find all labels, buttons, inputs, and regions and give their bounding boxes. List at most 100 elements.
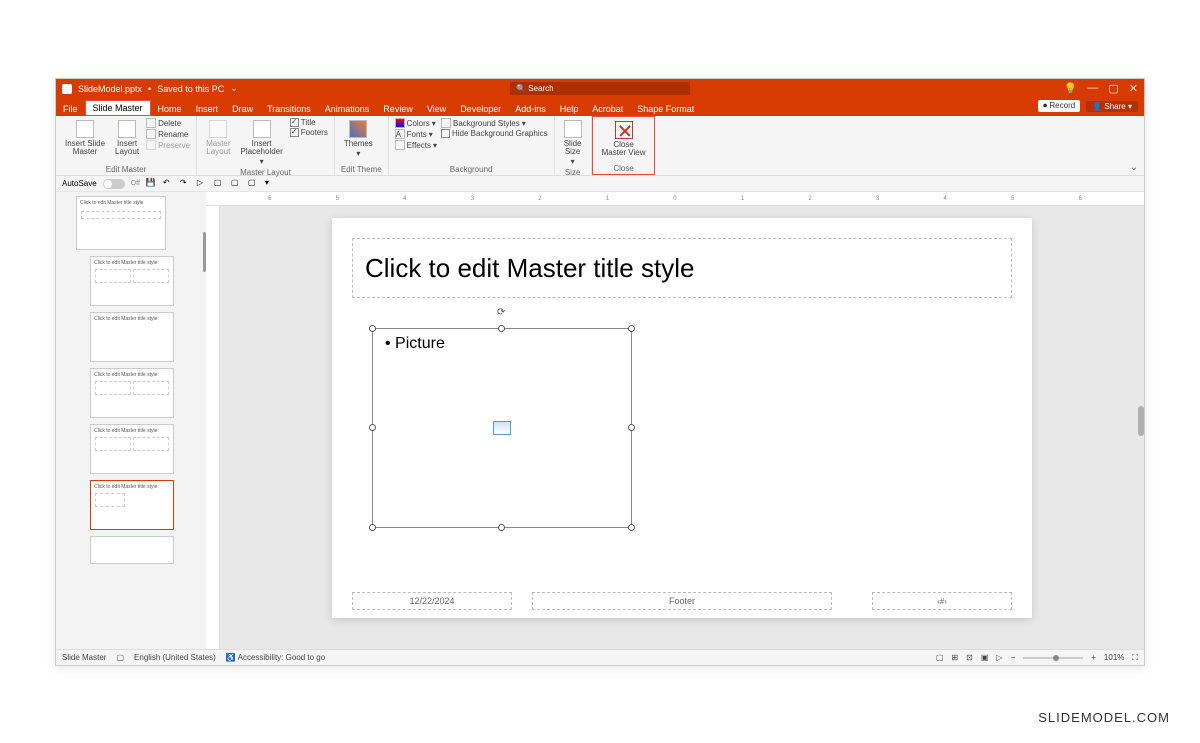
layout-thumbnail-5[interactable]: Click to edit Master title style xyxy=(90,480,174,530)
zoom-in-button[interactable]: + xyxy=(1091,653,1096,662)
effects-button[interactable]: Effects ▾ xyxy=(395,140,437,150)
status-accessibility[interactable]: ♿ Accessibility: Good to go xyxy=(226,653,325,662)
master-thumbnail[interactable]: Click to edit Master title style xyxy=(76,196,166,250)
layout-thumbnail-3[interactable]: Click to edit Master title style xyxy=(90,368,174,418)
picture-icon[interactable] xyxy=(493,421,511,435)
search-input[interactable]: 🔍 Search xyxy=(510,82,690,95)
powerpoint-icon xyxy=(62,84,72,94)
qat-icon[interactable]: ▢ xyxy=(214,178,225,189)
collapse-ribbon-button[interactable]: ⌄ xyxy=(1130,162,1138,173)
ribbon-tabs: File Slide Master Home Insert Draw Trans… xyxy=(56,98,1144,116)
tab-developer[interactable]: Developer xyxy=(453,102,508,116)
tab-shape-format[interactable]: Shape Format xyxy=(630,102,701,116)
resize-handle[interactable] xyxy=(498,325,505,332)
redo-icon[interactable]: ↷ xyxy=(180,178,191,189)
slide-size-button[interactable]: Slide Size ▾ xyxy=(561,118,585,168)
tab-insert[interactable]: Insert xyxy=(189,102,226,116)
date-placeholder[interactable]: 12/22/2024 xyxy=(352,592,512,610)
chevron-down-icon[interactable]: ⌄ xyxy=(230,83,238,94)
rotation-handle-icon[interactable]: ⟳ xyxy=(497,307,505,318)
zoom-level[interactable]: 101% xyxy=(1104,653,1124,662)
zoom-out-button[interactable]: − xyxy=(1011,653,1016,662)
group-master-layout: Master Layout Insert Placeholder ▾ Title… xyxy=(197,116,335,175)
resize-handle[interactable] xyxy=(498,524,505,531)
tab-acrobat[interactable]: Acrobat xyxy=(585,102,630,116)
rename-button[interactable]: Rename xyxy=(146,129,190,139)
tab-home[interactable]: Home xyxy=(151,102,189,116)
group-size: Slide Size ▾ Size xyxy=(555,116,592,175)
hide-bg-checkbox[interactable]: Hide Background Graphics xyxy=(441,129,548,138)
tab-animations[interactable]: Animations xyxy=(318,102,377,116)
fonts-button[interactable]: AFonts ▾ xyxy=(395,129,437,139)
tab-draw[interactable]: Draw xyxy=(225,102,260,116)
layout-thumbnail-6[interactable] xyxy=(90,536,174,564)
lightbulb-icon[interactable]: 💡 xyxy=(1064,82,1078,95)
status-language[interactable]: English (United States) xyxy=(134,653,216,662)
delete-button[interactable]: Delete xyxy=(146,118,190,128)
title-placeholder[interactable]: Click to edit Master title style xyxy=(352,238,1012,298)
group-background: Colors ▾ AFonts ▾ Effects ▾ Background S… xyxy=(389,116,555,175)
tab-transitions[interactable]: Transitions xyxy=(260,102,318,116)
vertical-scrollbar[interactable] xyxy=(1138,406,1144,436)
group-edit-master: Insert Slide Master Insert Layout Delete… xyxy=(56,116,197,175)
watermark: SLIDEMODEL.COM xyxy=(1038,710,1170,725)
slide-number-placeholder[interactable] xyxy=(872,592,1012,610)
bullet-text: • Picture xyxy=(385,335,445,353)
slide-stage[interactable]: Click to edit Master title style ⟳ • Pi xyxy=(220,206,1144,649)
fit-to-window-button[interactable]: ⛶ xyxy=(1132,653,1138,663)
save-icon[interactable]: 💾 xyxy=(146,178,157,189)
insert-layout-button[interactable]: Insert Layout xyxy=(112,118,142,158)
vertical-ruler xyxy=(206,206,220,649)
tab-addins[interactable]: Add-ins xyxy=(508,102,553,116)
autosave-label: AutoSave xyxy=(62,179,97,188)
reading-view-button[interactable]: ▣ xyxy=(981,653,989,662)
insert-slide-master-button[interactable]: Insert Slide Master xyxy=(62,118,108,158)
tab-help[interactable]: Help xyxy=(553,102,586,116)
record-button[interactable]: ⏺ Record xyxy=(1038,100,1080,112)
tab-view[interactable]: View xyxy=(420,102,453,116)
notes-button[interactable]: ▢ xyxy=(936,653,944,662)
title-checkbox[interactable]: Title xyxy=(290,118,328,127)
resize-handle[interactable] xyxy=(369,524,376,531)
footers-checkbox[interactable]: Footers xyxy=(290,128,328,137)
minimize-button[interactable]: — xyxy=(1087,82,1098,95)
zoom-slider[interactable] xyxy=(1023,657,1083,659)
tab-review[interactable]: Review xyxy=(376,102,420,116)
close-master-view-button[interactable]: Close Master View xyxy=(599,119,649,159)
qat-icon[interactable]: ▢ xyxy=(231,178,242,189)
picture-placeholder[interactable]: ⟳ • Picture xyxy=(372,328,632,528)
group-edit-theme: Themes ▾ Edit Theme xyxy=(335,116,389,175)
insert-placeholder-button[interactable]: Insert Placeholder ▾ xyxy=(238,118,286,168)
autosave-toggle[interactable] xyxy=(103,179,125,189)
group-label: Edit Master xyxy=(62,165,190,175)
sorter-view-button[interactable]: ⊡ xyxy=(966,653,973,662)
colors-button[interactable]: Colors ▾ xyxy=(395,118,437,128)
close-button[interactable]: ✕ xyxy=(1129,82,1138,95)
normal-view-button[interactable]: ⊞ xyxy=(951,653,958,662)
resize-handle[interactable] xyxy=(628,325,635,332)
preserve-button[interactable]: Preserve xyxy=(146,140,190,150)
resize-handle[interactable] xyxy=(369,325,376,332)
from-beginning-icon[interactable]: ▷ xyxy=(197,178,208,189)
layout-thumbnail-4[interactable]: Click to edit Master title style xyxy=(90,424,174,474)
tab-file[interactable]: File xyxy=(56,102,85,116)
layout-thumbnail-1[interactable]: Click to edit Master title style xyxy=(90,256,174,306)
resize-handle[interactable] xyxy=(369,424,376,431)
slideshow-button[interactable]: ▷ xyxy=(996,653,1002,662)
qat-icon[interactable]: ▢ xyxy=(248,178,259,189)
footer-placeholder[interactable]: Footer xyxy=(532,592,832,610)
themes-button[interactable]: Themes ▾ xyxy=(341,118,376,160)
thumbnail-panel[interactable]: Click to edit Master title style Click t… xyxy=(56,192,206,649)
undo-icon[interactable]: ↶ xyxy=(163,178,174,189)
qat-more-icon[interactable]: ▾ xyxy=(265,178,276,189)
resize-handle[interactable] xyxy=(628,524,635,531)
tab-slide-master[interactable]: Slide Master xyxy=(85,100,151,116)
slide[interactable]: Click to edit Master title style ⟳ • Pi xyxy=(332,218,1032,618)
master-layout-button[interactable]: Master Layout xyxy=(203,118,233,158)
bg-styles-button[interactable]: Background Styles ▾ xyxy=(441,118,548,128)
resize-handle[interactable] xyxy=(628,424,635,431)
share-button[interactable]: 👤 Share ▾ xyxy=(1086,101,1138,112)
maximize-button[interactable]: ▢ xyxy=(1108,82,1118,95)
layout-thumbnail-2[interactable]: Click to edit Master title style xyxy=(90,312,174,362)
save-status: Saved to this PC xyxy=(157,84,224,94)
